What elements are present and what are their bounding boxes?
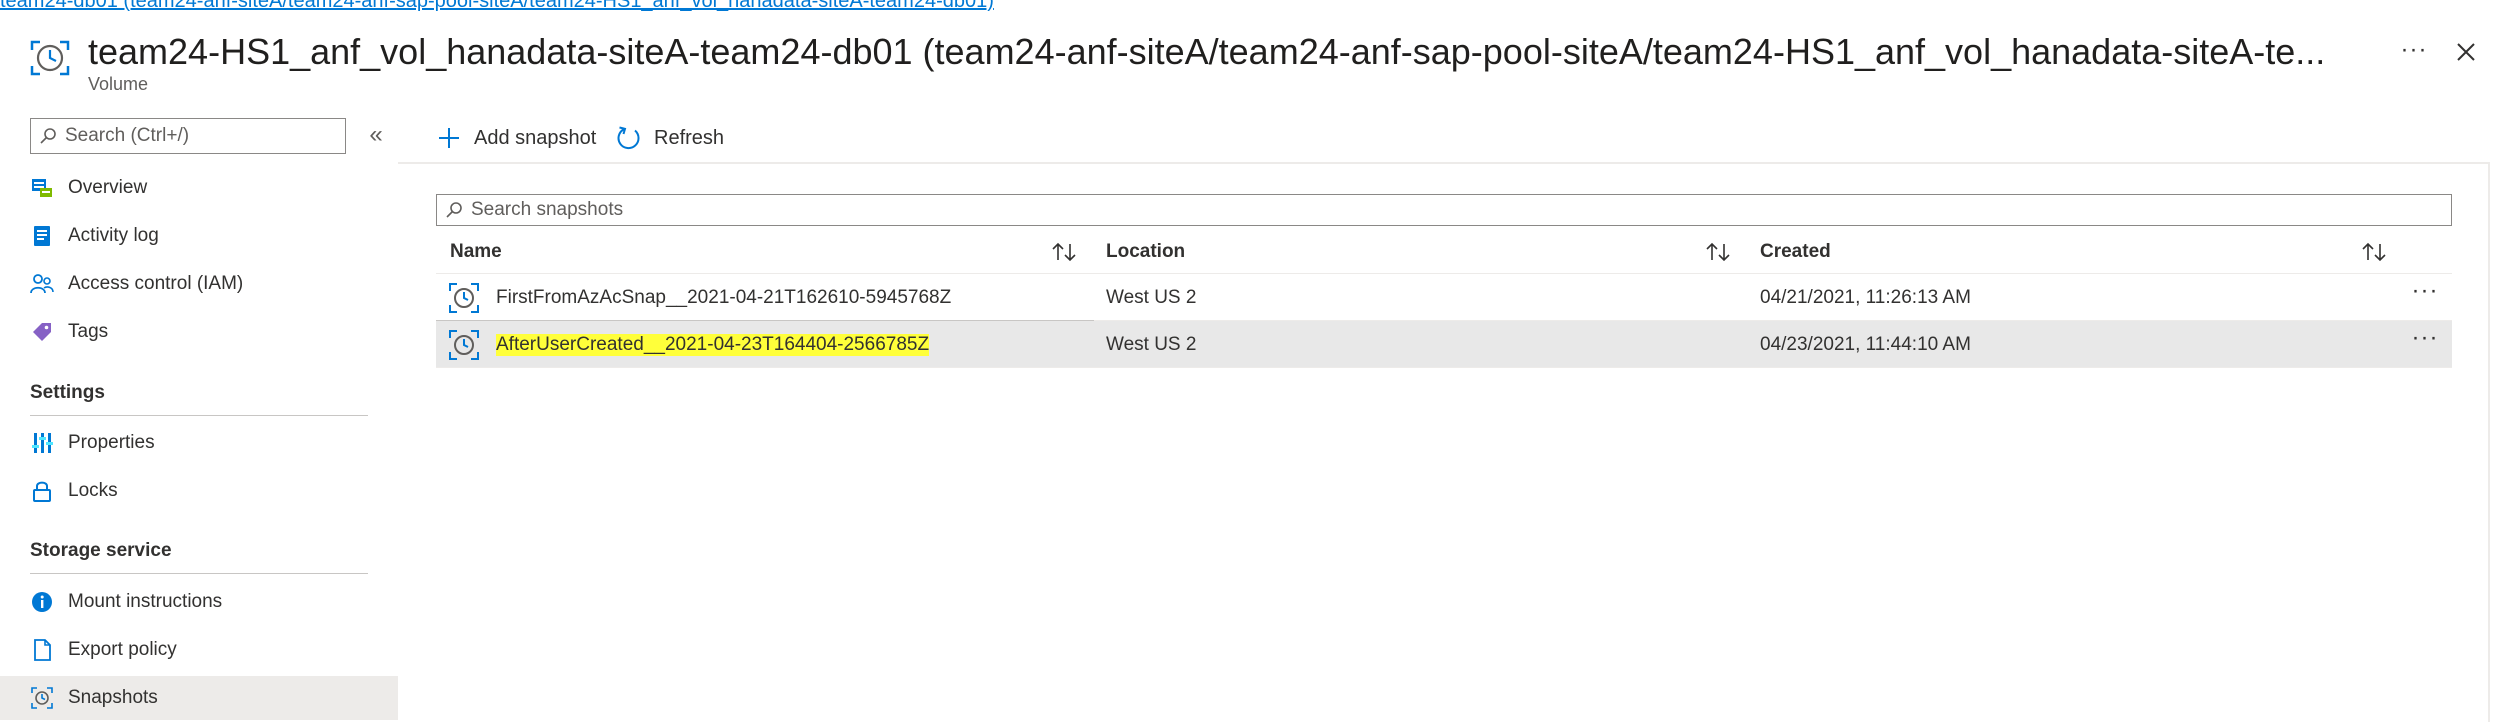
search-icon	[40, 128, 56, 144]
clock-volume-icon	[30, 40, 70, 76]
refresh-label: Refresh	[654, 126, 725, 149]
location-cell: West US 2	[1106, 333, 1197, 355]
created-cell: 04/21/2021, 11:26:13 AM	[1760, 286, 1971, 308]
tag-icon	[30, 320, 54, 344]
snapshot-icon	[449, 282, 479, 313]
table-row[interactable]: FirstFromAzAcSnap__2021-04-21T162610-594…	[436, 274, 2452, 321]
sidebar-item-label: Locks	[68, 480, 118, 501]
sidebar-item-properties[interactable]: Properties	[0, 421, 398, 465]
sidebar-item-access-control[interactable]: Access control (IAM)	[0, 262, 398, 306]
sidebar-item-export-policy[interactable]: Export policy	[0, 628, 398, 672]
sidebar-item-label: Snapshots	[68, 687, 158, 708]
add-snapshot-label: Add snapshot	[474, 126, 597, 149]
row-more-button[interactable]: ···	[2408, 326, 2442, 357]
column-header-location[interactable]: Location	[1106, 230, 1185, 274]
refresh-button[interactable]: Refresh	[616, 120, 724, 156]
menu-search-input[interactable]	[65, 125, 325, 147]
close-icon[interactable]	[2448, 34, 2484, 70]
sidebar-item-label: Mount instructions	[68, 591, 223, 612]
add-snapshot-button[interactable]: Add snapshot	[436, 120, 596, 156]
resource-menu: « Overview Activity log	[0, 112, 398, 722]
row-more-button[interactable]: ···	[2408, 279, 2442, 310]
snapshot-name: FirstFromAzAcSnap__2021-04-21T162610-594…	[496, 286, 952, 308]
section-divider	[30, 415, 368, 416]
column-header-name[interactable]: Name	[450, 230, 502, 274]
iam-icon	[30, 272, 54, 296]
table-header: Name Location Created	[436, 230, 2452, 274]
sidebar-item-snapshots[interactable]: Snapshots	[0, 676, 398, 720]
section-settings: Settings	[30, 382, 105, 403]
snapshot-icon	[449, 329, 479, 360]
sidebar-item-locks[interactable]: Locks	[0, 469, 398, 513]
activity-log-icon	[30, 224, 54, 248]
sidebar-item-label: Export policy	[68, 639, 177, 660]
search-icon	[446, 202, 462, 218]
snapshots-table: Name Location Created FirstFromAzAcSnap_…	[436, 230, 2452, 368]
more-options-button[interactable]: ···	[2398, 36, 2430, 68]
blade-divider	[2488, 162, 2490, 722]
sort-icon[interactable]	[2360, 240, 2388, 264]
collapse-menu-button[interactable]: «	[362, 122, 390, 150]
snapshot-name-highlighted: AfterUserCreated__2021-04-23T164404-2566…	[496, 333, 930, 356]
sidebar-item-label: Access control (IAM)	[68, 273, 244, 294]
sort-icon[interactable]	[1704, 240, 1732, 264]
command-bar: Add snapshot Refresh	[398, 112, 2488, 164]
snapshot-search-input[interactable]	[471, 199, 2371, 221]
menu-search-box[interactable]	[30, 118, 346, 154]
created-cell: 04/23/2021, 11:44:10 AM	[1760, 333, 1971, 355]
column-header-created[interactable]: Created	[1760, 230, 1831, 274]
name-cell[interactable]: FirstFromAzAcSnap__2021-04-21T162610-594…	[448, 274, 951, 321]
sidebar-item-activity-log[interactable]: Activity log	[0, 214, 398, 258]
table-row[interactable]: AfterUserCreated__2021-04-23T164404-2566…	[436, 321, 2452, 368]
snapshot-icon	[30, 686, 54, 710]
sidebar-item-label: Activity log	[68, 225, 159, 246]
refresh-icon	[617, 126, 640, 150]
section-divider	[30, 573, 368, 574]
page-subtitle: Volume	[88, 74, 149, 94]
sidebar-item-label: Properties	[68, 432, 155, 453]
lock-icon	[30, 479, 54, 503]
overview-icon	[30, 176, 54, 200]
name-cell[interactable]: AfterUserCreated__2021-04-23T164404-2566…	[448, 321, 930, 368]
export-policy-icon	[30, 638, 54, 662]
section-storage-service: Storage service	[30, 540, 172, 561]
sidebar-item-overview[interactable]: Overview	[0, 166, 398, 210]
sidebar-item-mount-instructions[interactable]: Mount instructions	[0, 580, 398, 624]
location-cell: West US 2	[1106, 286, 1197, 308]
properties-icon	[30, 431, 54, 455]
info-icon	[30, 590, 54, 614]
sidebar-item-tags[interactable]: Tags	[0, 310, 398, 354]
page-title: team24-HS1_anf_vol_hanadata-siteA-team24…	[88, 31, 2326, 72]
plus-icon	[439, 128, 459, 148]
sort-icon[interactable]	[1050, 240, 1078, 264]
blade-header: team24-HS1_anf_vol_hanadata-siteA-team24…	[28, 30, 2475, 94]
sidebar-item-label: Overview	[68, 177, 148, 198]
sidebar-item-label: Tags	[68, 321, 109, 342]
snapshot-search-box[interactable]	[436, 194, 2452, 226]
breadcrumb-link[interactable]: team24-db01 (team24-anf-siteA/team24-anf…	[0, 0, 994, 12]
snapshots-blade: Add snapshot Refresh Name Location	[398, 112, 2496, 722]
